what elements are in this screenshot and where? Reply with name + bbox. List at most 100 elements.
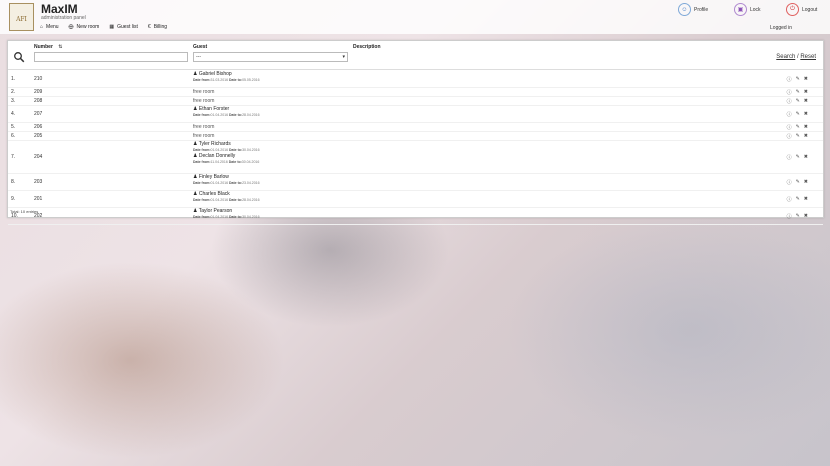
total-entries: Total: 10 entries (10, 209, 39, 214)
search-link[interactable]: Search (776, 54, 795, 60)
edit-icon[interactable]: ✎ (796, 154, 800, 161)
nav-new-room[interactable]: ⨁ New room (69, 24, 100, 30)
guest-name[interactable]: ♟ Finley Barlow (193, 174, 823, 181)
number-column-header[interactable]: Number ⇅ (34, 44, 63, 50)
guest-cell: ♟ Tyler Richards Date from:01.04.2016 Dat… (193, 141, 823, 165)
edit-icon[interactable]: ✎ (796, 98, 800, 105)
rooms-panel: Number ⇅ Guest Description --- ▾ Search … (7, 40, 824, 225)
room-number: 201 (34, 196, 43, 202)
delete-icon[interactable]: ✖ (804, 133, 808, 140)
room-number: 206 (34, 124, 43, 130)
profile-button[interactable]: ☺ Profile (678, 3, 708, 16)
guest-select-value: --- (196, 54, 201, 60)
guest-cell: free room (193, 88, 823, 96)
lock-button[interactable]: ▣ Lock (734, 3, 761, 16)
edit-icon[interactable]: ✎ (796, 124, 800, 131)
guest-cell: ♟ Charles Black Date from:01.04.2016 Date… (193, 191, 823, 203)
search-icon[interactable] (13, 51, 25, 63)
reset-link[interactable]: Reset (800, 54, 816, 60)
delete-icon[interactable]: ✖ (804, 154, 808, 161)
info-icon[interactable]: ⓘ (787, 179, 792, 186)
row-index: 6. (11, 133, 16, 139)
lock-icon: ▣ (734, 3, 747, 16)
lock-label: Lock (750, 6, 761, 13)
edit-icon[interactable]: ✎ (796, 213, 800, 220)
info-icon[interactable]: ⓘ (787, 89, 792, 96)
room-number: 205 (34, 133, 43, 139)
info-icon[interactable]: ⓘ (787, 124, 792, 131)
date-to-label: Date to: (228, 160, 242, 164)
guest-filter-select[interactable]: --- ▾ (193, 52, 348, 62)
guest-name-text: Ethan Forster (198, 106, 230, 112)
guest-name[interactable]: ♟ Taylor Pearson (193, 208, 823, 215)
row-actions: ⓘ ✎ ✖ (787, 154, 808, 161)
nav-billing[interactable]: € Billing (148, 24, 167, 30)
guest-name[interactable]: ♟ Tyler Richards (193, 141, 823, 148)
guest-name[interactable]: ♟ Declan Donnelly (193, 153, 823, 160)
info-icon[interactable]: ⓘ (787, 133, 792, 140)
date-from-value: 01.04.2016 (210, 198, 229, 202)
edit-icon[interactable]: ✎ (796, 196, 800, 203)
guest-dates: Date from:01.04.2016 Date to:28.04.2016 (193, 113, 823, 118)
info-icon[interactable]: ⓘ (787, 213, 792, 220)
edit-icon[interactable]: ✎ (796, 111, 800, 118)
nav-menu[interactable]: ⌂ Menu (40, 24, 59, 30)
row-actions: ⓘ ✎ ✖ (787, 133, 808, 140)
user-status: Logged in (770, 25, 792, 31)
date-from-value: 01.04.2016 (210, 148, 229, 152)
guest-cell: free room (193, 132, 823, 140)
guest-name[interactable]: ♟ Charles Black (193, 191, 823, 198)
free-room-label: free room (193, 124, 215, 130)
info-icon[interactable]: ⓘ (787, 76, 792, 83)
edit-icon[interactable]: ✎ (796, 179, 800, 186)
date-from-label: Date from: (193, 78, 211, 82)
info-icon[interactable]: ⓘ (787, 111, 792, 118)
edit-icon[interactable]: ✎ (796, 133, 800, 140)
table-row: 8. 203 ♟ Finley Barlow Date from:01.04.2016… (8, 174, 823, 191)
free-room-label: free room (193, 98, 215, 104)
row-index: 7. (11, 154, 16, 160)
sort-icon[interactable]: ⇅ (58, 44, 62, 50)
edit-icon[interactable]: ✎ (796, 76, 800, 83)
filter-bar: Number ⇅ Guest Description --- ▾ Search … (8, 41, 823, 70)
app-subtitle: administration panel (41, 15, 86, 21)
app-logo[interactable]: AFI (9, 3, 34, 31)
room-number: 210 (34, 76, 43, 82)
date-from-label: Date from: (193, 215, 211, 219)
guest-name[interactable]: ♟ Ethan Forster (193, 106, 823, 113)
delete-icon[interactable]: ✖ (804, 179, 808, 186)
table-row: 1. 210 ♟ Gabriel Bishop Date from:31.03.201… (8, 71, 823, 88)
info-icon[interactable]: ⓘ (787, 154, 792, 161)
row-index: 5. (11, 124, 16, 130)
room-number: 204 (34, 154, 43, 160)
date-to-label: Date to: (229, 113, 243, 117)
info-icon[interactable]: ⓘ (787, 196, 792, 203)
logout-button[interactable]: ⏻ Logout (786, 3, 817, 16)
nav-label: New room (76, 24, 100, 30)
delete-icon[interactable]: ✖ (804, 213, 808, 220)
delete-icon[interactable]: ✖ (804, 196, 808, 203)
edit-icon[interactable]: ✎ (796, 89, 800, 96)
guest-cell: ♟ Taylor Pearson Date from:01.04.2016 Dat… (193, 208, 823, 220)
nav-label: Guest list (117, 24, 138, 30)
info-icon[interactable]: ⓘ (787, 98, 792, 105)
guest-name[interactable]: ♟ Gabriel Bishop (193, 71, 823, 78)
date-to-value: 05.05.2016 (242, 78, 260, 82)
delete-icon[interactable]: ✖ (804, 124, 808, 131)
number-filter-input[interactable] (34, 52, 188, 62)
delete-icon[interactable]: ✖ (804, 89, 808, 96)
row-index: 3. (11, 98, 16, 104)
delete-icon[interactable]: ✖ (804, 76, 808, 83)
date-from-label: Date from: (193, 181, 211, 185)
delete-icon[interactable]: ✖ (804, 98, 808, 105)
date-to-label: Date to: (229, 181, 243, 185)
nav-guest-list[interactable]: ▦ Guest list (109, 24, 138, 30)
guest-name-text: Taylor Pearson (198, 208, 233, 214)
table-row: 7. 204 ♟ Tyler Richards Date from:01.04.201… (8, 141, 823, 174)
date-to-value: 28.04.2016 (242, 198, 260, 202)
delete-icon[interactable]: ✖ (804, 111, 808, 118)
number-header-label: Number (34, 44, 53, 50)
row-index: 2. (11, 89, 16, 95)
row-index: 4. (11, 111, 16, 117)
date-from-value: 01.04.2016 (210, 215, 229, 219)
